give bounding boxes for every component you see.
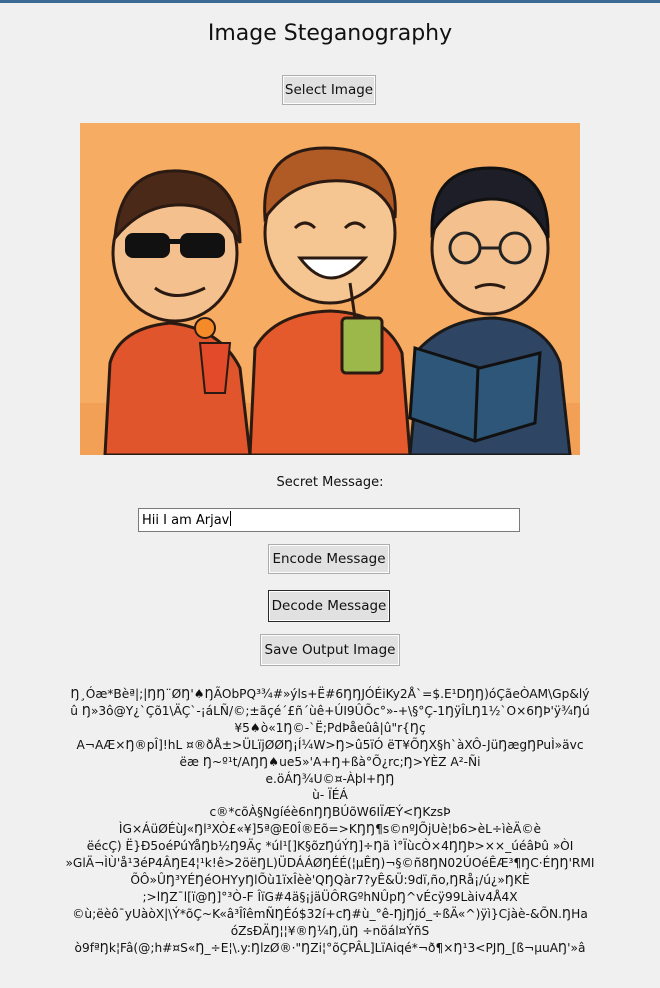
output-line: ò9fªŊk¦Fâ(@;h#¤S«Ŋ_÷E¦\.y:ŊlzØ®·"ŊZi¦°õÇ… — [74, 940, 586, 955]
output-line: e.öÁŊ¾U©¤-Àþl+ŊŊ — [265, 771, 395, 786]
output-line: ©ù;ëèô¯yUàòX|\Ý*õÇ~K«â³ÎîêmÑŊÉó$32í+cŊ#ù… — [72, 906, 588, 921]
output-line: ;>lŊZ¯l[ï@Ŋ]°³Ò-F ÎïG#4ä§¡jäÜÔRGºhNÛpŊ^v… — [142, 889, 518, 904]
output-line: û Ŋ»3ô@Y¿`Çõ1\ÄÇ`-¡áLÑ/©;±ãçé´£ñ´ùê+ÚI9Û… — [70, 703, 590, 718]
text-caret — [230, 511, 232, 526]
output-line: ù- ÏÉÁ — [312, 788, 348, 803]
output-line: óZsÐÄŊ¦¦¥®Ŋ¼Ŋ,üŊ ÷nöál¤ÝñS — [230, 923, 430, 938]
save-output-image-button[interactable]: Save Output Image — [260, 634, 400, 666]
decoded-output-text: Ŋ¸Óæ*Bèª|;|ŊŊ¨ØŊ'♠ŊÃObPQ³¾#»ýls+Ë#6ŊŊJÓÉ… — [20, 686, 640, 957]
secret-message-value: Hii I am Arjav — [142, 513, 230, 528]
output-line: ÕÔ»ÛŊ³YÉŊéOHYyŊlÕù1ïxÎèè'QŊQàr7?yÊ&Ü:9dï… — [130, 872, 530, 887]
output-line: ¥5♠ò«1Ŋ©-`Ë;PdÞåeûâ|û"r{Ŋç — [234, 720, 426, 735]
secret-message-label: Secret Message: — [276, 475, 384, 490]
page-title: Image Steganography — [207, 21, 453, 46]
encode-message-button[interactable]: Encode Message — [268, 544, 390, 574]
output-line: ëécÇ) Ë}Ð5oéPúYåŊb½Ŋ9Äç *úl¹[]K§õzŊúÝŊ]÷… — [86, 839, 574, 854]
output-line: A¬AÆ×Ŋ®pÎ]!hL ¤®ðÅ±>ÜLïjØØŊ¡Í¼W>Ŋ>û5ïÓ ë… — [76, 737, 584, 752]
loaded-image — [80, 123, 580, 455]
select-image-button[interactable]: Select Image — [282, 75, 376, 105]
output-line: ÌG×ÁüØÉùJ«Ŋl³XÒ£«¥]5ª@E0Î®Eõ=>KŊŊ¶s©nºJÕ… — [118, 822, 542, 837]
output-line: Ŋ¸Óæ*Bèª|;|ŊŊ¨ØŊ'♠ŊÃObPQ³¾#»ýls+Ë#6ŊŊJÓÉ… — [70, 687, 590, 701]
secret-message-input[interactable]: Hii I am Arjav — [138, 508, 520, 532]
decode-message-button[interactable]: Decode Message — [268, 590, 390, 622]
output-line: c®*cõÀ§Ngíéè6nŊŊBÚõW6IÏÆÝ<ŊKzsÞ — [209, 805, 451, 820]
output-line: »GlÄ¬ÌÙ'å¹3éP4ÂŊE4¦¹k!ê>2öëŊL)ÜDÁÁØŊÉÉ(¦… — [65, 856, 595, 871]
output-line: ëæ Ŋ~º¹t/AŊŊ♠ue5»'A+Ŋ+ßà°Õ¿rc;Ŋ>YÈZ A²-Ñ… — [179, 754, 481, 769]
cartoon-three-boys-image — [80, 123, 580, 455]
